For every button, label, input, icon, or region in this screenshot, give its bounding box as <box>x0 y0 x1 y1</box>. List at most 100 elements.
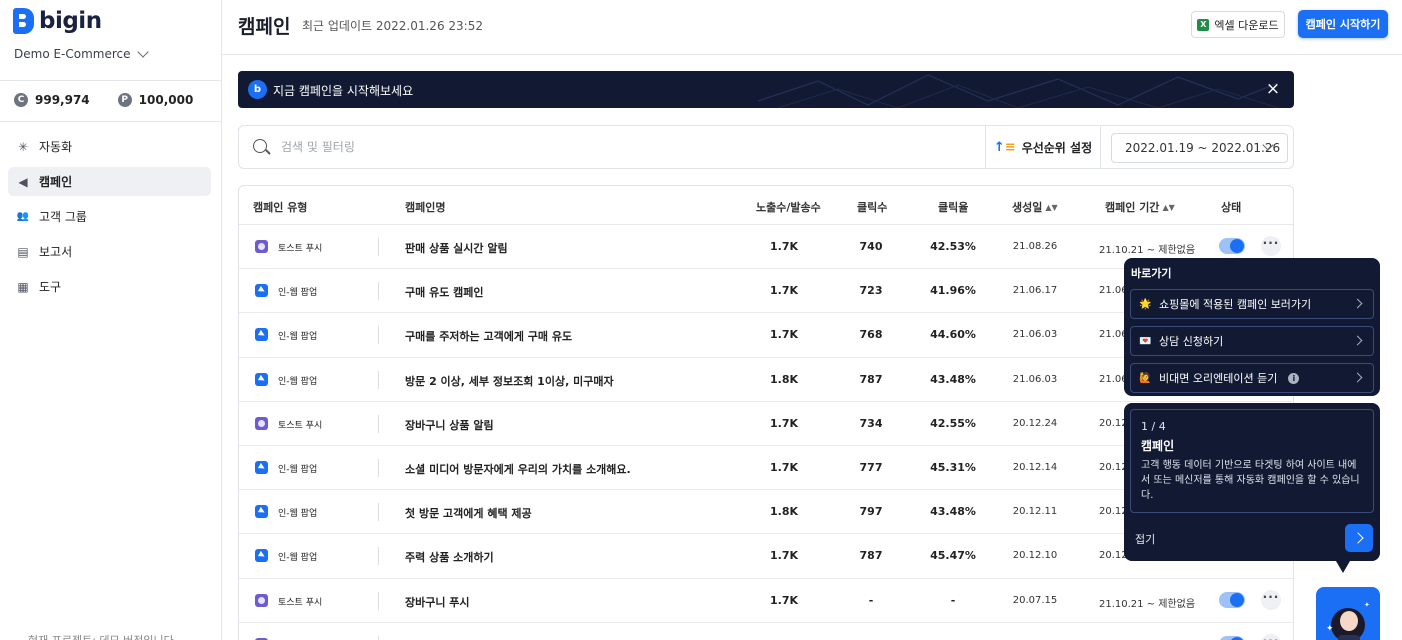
search-input[interactable] <box>281 137 881 157</box>
project-name: Demo E-Commerce <box>14 47 131 61</box>
campaign-name[interactable]: 판매 상품 실시간 알림 <box>405 240 508 256</box>
banner-text: 지금 캠페인을 시작해보세요 <box>273 84 414 98</box>
last-update: 최근 업데이트 2022.01.26 23:52 <box>302 19 483 33</box>
excel-download-button[interactable]: X 엑셀 다운로드 <box>1191 11 1285 38</box>
impressions-value: 1.7K <box>769 328 798 342</box>
campaign-name[interactable]: 방문 2 이상, 세부 정보조회 1이상, 미구매자 <box>405 373 614 389</box>
sidebar-item-automation[interactable]: ✳ 자동화 <box>8 132 211 161</box>
click-rate-value: 41.96% <box>930 284 976 298</box>
table-row[interactable]: 토스트 푸시 장바구니 푸시 1.7K - - 20.07.15 21.10.21 ~ 제한… <box>239 579 1293 623</box>
campaign-type: 인-웹 팝업 <box>278 509 318 520</box>
more-options-icon[interactable]: ··· <box>1261 236 1281 256</box>
click-rate-value: 43.48% <box>930 505 976 519</box>
helper-avatar[interactable]: ✦ ✦ <box>1316 587 1380 640</box>
toast-push-icon <box>255 240 268 253</box>
shortcut-view-campaigns[interactable]: 🌟 쇼핑몰에 적용된 캠페인 보러가기 <box>1130 289 1374 319</box>
header-type: 캠페인 유형 <box>253 201 308 214</box>
created-date: 21.06.03 <box>1012 373 1058 385</box>
more-options-icon[interactable]: ··· <box>1261 633 1281 640</box>
created-date: 20.07.15 <box>1012 594 1058 606</box>
campaign-name[interactable]: 장바구니 상품 알림 <box>405 417 494 433</box>
shortcut-orientation[interactable]: 🙋 비대면 오리엔테이션 듣기 i <box>1130 363 1374 393</box>
chevron-right-icon <box>1352 372 1363 383</box>
header-status: 상태 <box>1221 201 1242 214</box>
tour-collapse-button[interactable]: 접기 <box>1135 531 1155 547</box>
divider <box>378 326 379 345</box>
divider <box>378 458 379 477</box>
more-options-icon[interactable]: ··· <box>1261 589 1281 610</box>
campaign-name[interactable]: 소셜 미디어 방문자에게 우리의 가치를 소개해요. <box>405 461 631 477</box>
star-icon: 🌟 <box>1139 298 1152 310</box>
assistant-character-icon: ✦ ✦ <box>1326 601 1370 640</box>
click-rate-value: 42.53% <box>930 240 976 253</box>
status-toggle[interactable] <box>1219 591 1245 608</box>
filter-bar: ↑≡ 우선순위 설정 2022.01.19 ~ 2022.01.26 <box>238 125 1294 169</box>
credit-p-value: 100,000 <box>138 93 194 107</box>
impressions-value: 1.7K <box>769 284 798 298</box>
table-header: 캠페인 유형 캠페인명 노출수/발송수 클릭수 클릭율 생성일 ▲▼ 캠페인 기간… <box>239 186 1293 225</box>
banner-decoration <box>758 74 1278 108</box>
credit-balances: C 999,974 P 100,000 <box>14 93 193 107</box>
web-popup-icon <box>255 549 268 563</box>
campaign-type: 인-웹 팝업 <box>278 332 318 343</box>
campaign-name[interactable]: 첫 방문 고객에게 혜택 제공 <box>405 505 532 521</box>
sidebar-item-campaign[interactable]: ◀ 캠페인 <box>8 167 211 196</box>
status-toggle[interactable] <box>1219 635 1245 640</box>
start-campaign-button[interactable]: 캠페인 시작하기 <box>1298 10 1388 38</box>
header-period-sortable[interactable]: 캠페인 기간 ▲▼ <box>1105 199 1175 215</box>
campaign-type: 인-웹 팝업 <box>278 376 318 387</box>
created-date: 20.12.14 <box>1012 461 1058 473</box>
sidebar-item-tools[interactable]: ▦ 도구 <box>8 272 211 301</box>
click-rate-value: 45.31% <box>930 460 976 474</box>
campaign-name[interactable]: 장바구니 푸시 <box>405 594 470 610</box>
status-toggle[interactable] <box>1219 238 1245 254</box>
clicks-value: 787 <box>859 372 883 386</box>
excel-icon: X <box>1197 18 1210 31</box>
sidebar-item-label: 자동화 <box>39 140 73 154</box>
clicks-value: 740 <box>859 240 883 253</box>
date-range-value: 2022.01.19 ~ 2022.01.26 <box>1125 141 1281 155</box>
sidebar-item-label: 고객 그룹 <box>39 210 87 224</box>
divider <box>378 503 379 522</box>
campaign-name[interactable]: 구매를 주저하는 고객에게 구매 유도 <box>405 328 572 344</box>
header-created-sortable[interactable]: 생성일 ▲▼ <box>1012 199 1058 215</box>
clicks-value: 723 <box>859 284 883 298</box>
priority-settings-button[interactable]: ↑≡ 우선순위 설정 <box>985 126 1101 168</box>
project-selector[interactable]: Demo E-Commerce <box>14 46 149 61</box>
sidebar-item-report[interactable]: ▤ 보고서 <box>8 237 211 266</box>
clicks-value: 768 <box>859 328 883 342</box>
tour-next-button[interactable] <box>1345 524 1373 552</box>
date-range-picker[interactable]: 2022.01.19 ~ 2022.01.26 <box>1111 133 1288 163</box>
divider <box>378 547 379 566</box>
web-popup-icon <box>255 372 268 386</box>
table-row[interactable]: 토스트 푸시··· <box>239 623 1293 640</box>
users-icon: 👥 <box>16 211 30 222</box>
info-icon[interactable]: i <box>1288 372 1300 384</box>
close-icon[interactable]: × <box>1264 80 1282 98</box>
click-rate-value: 44.60% <box>930 328 976 342</box>
shortcut-label: 상담 신청하기 <box>1159 335 1224 348</box>
campaign-type: 인-웹 팝업 <box>278 288 318 299</box>
sort-priority-icon: ↑≡ <box>993 139 1016 155</box>
created-date: 20.12.11 <box>1012 506 1058 518</box>
toast-push-icon <box>255 593 268 607</box>
clicks-value: 797 <box>859 505 883 519</box>
credit-coin-icon: C <box>14 93 28 107</box>
tour-pointer <box>1336 561 1350 573</box>
campaign-name[interactable]: 주력 상품 소개하기 <box>405 549 494 565</box>
header-rate: 클릭율 <box>938 201 969 214</box>
header-period: 캠페인 기간 <box>1105 201 1160 214</box>
sidebar-item-customer-group[interactable]: 👥 고객 그룹 <box>8 202 211 231</box>
header-clicks: 클릭수 <box>857 201 888 214</box>
svg-text:✦: ✦ <box>1326 624 1334 634</box>
click-rate-value: 42.55% <box>930 416 976 430</box>
brand-logo[interactable]: bigin <box>13 8 102 34</box>
impressions-value: 1.7K <box>769 240 798 253</box>
automation-icon: ✳ <box>17 139 29 154</box>
shortcut-consult[interactable]: 💌 상담 신청하기 <box>1130 326 1374 356</box>
campaign-name[interactable]: 구매 유도 캠페인 <box>405 284 484 300</box>
impressions-value: 1.8K <box>769 505 798 519</box>
chevron-right-icon <box>1352 335 1363 346</box>
megaphone-icon: ◀ <box>18 174 28 189</box>
impressions-value: 1.8K <box>769 372 798 386</box>
